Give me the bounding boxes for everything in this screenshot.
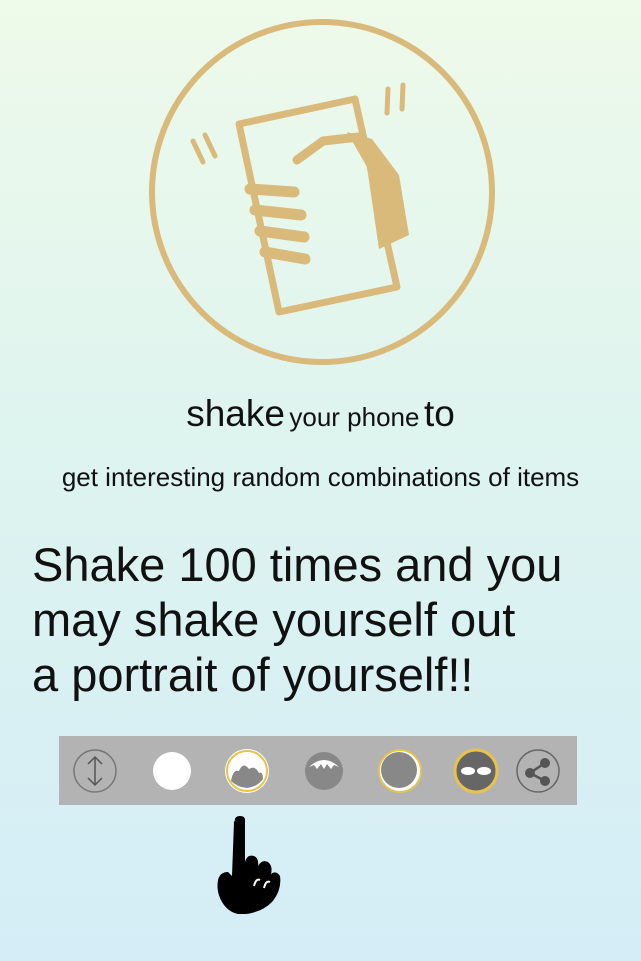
headline-line-3: a portrait of yourself!! bbox=[32, 648, 474, 701]
your-phone-words: your phone bbox=[289, 402, 420, 432]
combinations-description: get interesting random combinations of i… bbox=[61, 462, 580, 492]
face-outline-icon bbox=[378, 749, 422, 793]
headline-line-2: may shake yourself out bbox=[32, 593, 516, 646]
hair-style-icon bbox=[225, 749, 269, 793]
shake-word: shake bbox=[186, 393, 285, 434]
bangs-button[interactable] bbox=[300, 747, 348, 795]
motion-lines-left-icon bbox=[190, 132, 218, 165]
face-base-icon bbox=[153, 752, 191, 790]
face-base-button[interactable] bbox=[148, 747, 196, 795]
thumb-icon bbox=[292, 132, 364, 165]
swap-vertical-icon bbox=[73, 749, 117, 793]
face-outline-button[interactable] bbox=[376, 747, 424, 795]
swap-vertical-button[interactable] bbox=[71, 747, 119, 795]
portrait-headline: Shake 100 times and you may shake yourse… bbox=[32, 537, 632, 702]
eyes-icon bbox=[453, 748, 499, 794]
to-word: to bbox=[423, 393, 455, 434]
headline-line-1: Shake 100 times and you bbox=[32, 538, 563, 591]
shake-instruction-line: shake your phone to bbox=[0, 393, 641, 435]
share-button[interactable] bbox=[514, 747, 562, 795]
illustration-circle bbox=[149, 19, 495, 365]
eyes-button[interactable] bbox=[452, 747, 500, 795]
pointing-hand-icon bbox=[210, 814, 285, 924]
bangs-icon bbox=[305, 752, 343, 790]
shake-phone-illustration bbox=[147, 17, 497, 367]
hair-style-button[interactable] bbox=[223, 747, 271, 795]
bottom-toolbar bbox=[59, 736, 577, 805]
motion-lines-right-icon bbox=[384, 82, 406, 116]
share-icon bbox=[516, 749, 560, 793]
